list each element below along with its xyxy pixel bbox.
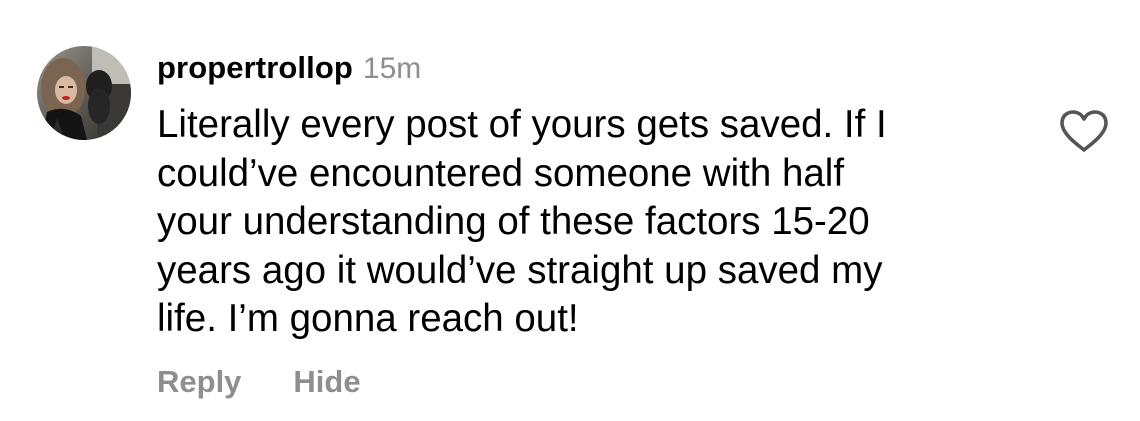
comment-header: propertrollop 15m — [157, 50, 421, 90]
avatar-image — [37, 46, 131, 140]
comment-text: Literally every post of yours gets saved… — [157, 101, 1017, 344]
hide-button[interactable]: Hide — [293, 364, 360, 400]
comment-text-line: life. I’m gonna reach out! — [157, 297, 579, 340]
timestamp: 15m — [362, 52, 422, 85]
comment-actions: Reply Hide — [157, 364, 361, 400]
like-button[interactable] — [1058, 108, 1110, 154]
comment-text-line: Literally every post of yours gets saved… — [157, 103, 887, 146]
username-link[interactable]: propertrollop — [157, 50, 353, 86]
comment: propertrollop 15m Literally every post o… — [0, 0, 1140, 421]
comment-text-line: your understanding of these factors 15-2… — [157, 200, 870, 243]
avatar[interactable] — [37, 46, 131, 140]
reply-button[interactable]: Reply — [157, 364, 241, 400]
comment-text-line: could’ve encountered someone with half — [157, 151, 845, 195]
comment-text-line: years ago it would’ve straight up saved … — [157, 248, 883, 292]
heart-outline-icon — [1060, 110, 1108, 152]
